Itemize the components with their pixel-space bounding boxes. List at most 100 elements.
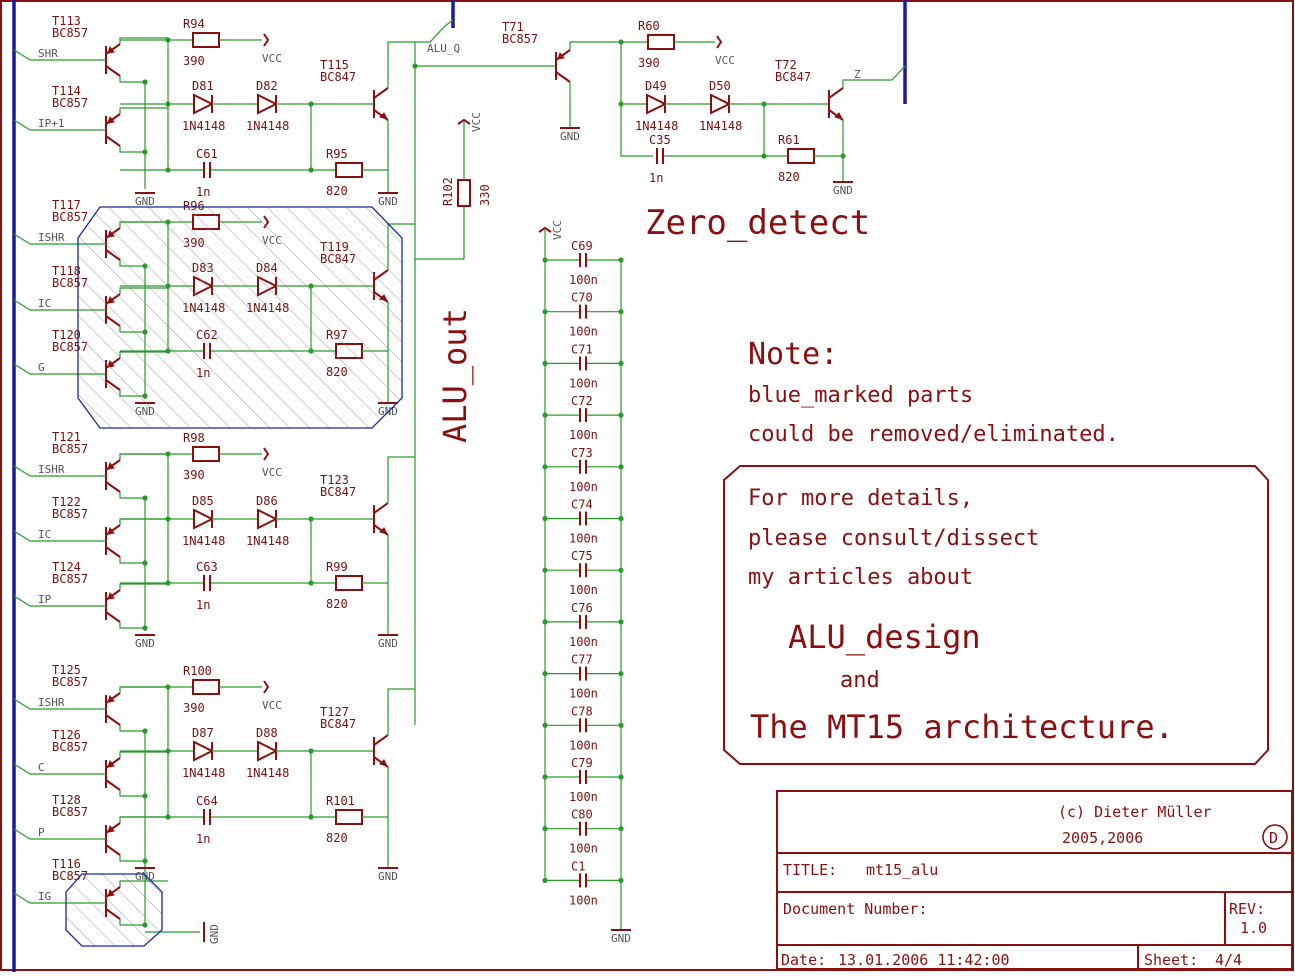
note-title: Note: (748, 337, 838, 372)
resistor-value: 820 (326, 184, 348, 198)
capacitor-value: 100n (569, 480, 598, 494)
capacitor-value: 100n (569, 790, 598, 804)
tb-docnum-label: Document Number: (783, 900, 928, 918)
net-label: IP+1 (38, 117, 65, 130)
net-label: ISHR (38, 696, 65, 709)
junction-dot (142, 858, 148, 864)
junction-dot (618, 619, 624, 625)
junction-dot (618, 877, 624, 884)
wire (119, 725, 145, 732)
capacitor-value: 100n (569, 842, 598, 856)
junction-dot (618, 257, 624, 263)
capacitor-ref: C76 (571, 601, 593, 615)
wire (13, 49, 106, 61)
wire (13, 828, 106, 840)
gnd-label: GND (560, 130, 580, 143)
wire (13, 763, 106, 775)
transistor-collector (828, 87, 844, 99)
wire (119, 816, 168, 823)
transistor-collector (105, 611, 121, 623)
capacitor-ref: C75 (571, 549, 593, 563)
note-line-2: could be removed/eliminated. (748, 422, 1119, 447)
junction-dot (542, 877, 548, 884)
diode-ref: D85 (192, 494, 214, 508)
transistor-collector (105, 135, 121, 147)
resistor (457, 179, 471, 207)
resistor-ref: R100 (183, 664, 212, 678)
gnd-label: GND (378, 637, 398, 650)
junction-dot (840, 153, 846, 159)
wire (119, 453, 168, 460)
junction-dot (142, 79, 148, 85)
capacitor-value: 100n (569, 635, 598, 649)
wire (119, 518, 168, 525)
gnd-label: GND (833, 184, 853, 197)
resistor-value: 820 (778, 170, 800, 184)
diode (646, 93, 668, 115)
resistor-value: 820 (326, 597, 348, 611)
junction-dot (308, 580, 314, 586)
removable-parts-marker (77, 206, 403, 429)
junction-dot (542, 774, 548, 780)
capacitor-ref: C80 (571, 808, 593, 822)
vcc-label: VCC (551, 220, 564, 240)
circuit-layer: T113BC857SHRT114BC857IP+1R94390 VCCD811N4… (13, 14, 906, 947)
resistor-ref: R61 (778, 133, 800, 147)
capacitor-value: 100n (569, 738, 598, 752)
vcc-arrow (716, 35, 723, 49)
capacitor-value: 1n (196, 185, 210, 199)
transistor-type: BC857 (52, 507, 88, 521)
net-label: G (38, 361, 45, 374)
transistor-type: BC847 (775, 70, 811, 84)
transistor-type: BC857 (52, 572, 88, 586)
transistor-collector (373, 734, 389, 746)
tb-date-value: 13.01.2006 11:42:00 (838, 951, 1010, 969)
diode-ref: D88 (256, 726, 278, 740)
resistor-ref: R102 (441, 177, 455, 206)
junction-dot (618, 671, 624, 677)
info-line-6: The MT15 architecture. (750, 708, 1174, 746)
transistor-collector (373, 502, 389, 514)
capacitor-value: 100n (569, 273, 598, 287)
resistor-ref: R60 (638, 19, 660, 33)
transistor-type: BC857 (52, 805, 88, 819)
capacitor-value: 1n (649, 171, 663, 185)
resistor-value: 390 (183, 54, 205, 68)
vcc-arrow (263, 33, 270, 47)
tb-sheet-value: 4/4 (1215, 951, 1242, 969)
capacitor-ref: C63 (196, 560, 218, 574)
resistor (192, 679, 220, 695)
resistor (335, 162, 363, 178)
capacitor-value: 100n (569, 893, 598, 907)
diode-ref: D86 (256, 494, 278, 508)
vcc-label: VCC (715, 54, 735, 67)
wire (415, 206, 465, 260)
wire (119, 583, 168, 590)
junction-dot (142, 728, 148, 734)
diode-ref: D81 (192, 79, 214, 93)
transistor-type: BC857 (52, 96, 88, 110)
transistor-collector (105, 844, 121, 856)
wire (119, 622, 145, 629)
capacitor-ref: C35 (649, 133, 671, 147)
diode-value: 1N4148 (699, 119, 742, 133)
transistor-collector (555, 71, 571, 83)
transistor-collector (105, 546, 121, 558)
transistor-type: BC857 (502, 32, 538, 46)
net-label: IP (38, 593, 52, 606)
vcc-label: VCC (262, 699, 282, 712)
tb-title-label: TITLE: (783, 861, 837, 879)
diode-value: 1N4148 (246, 766, 289, 780)
net-label: IC (38, 297, 51, 310)
net-label: IG (38, 890, 51, 903)
transistor-type: BC857 (52, 675, 88, 689)
transistor-collector (105, 481, 121, 493)
wire (119, 751, 168, 758)
title-block-frame (776, 790, 1293, 970)
tb-date-label: Date: (781, 951, 826, 969)
junction-dot (542, 464, 548, 470)
title-block: (c) Dieter Müller 2005,2006 D TITLE: mt1… (776, 790, 1293, 970)
junction-dot (542, 826, 548, 832)
info-line-2: please consult/dissect (748, 526, 1039, 551)
tb-rev-value: 1.0 (1240, 919, 1267, 937)
